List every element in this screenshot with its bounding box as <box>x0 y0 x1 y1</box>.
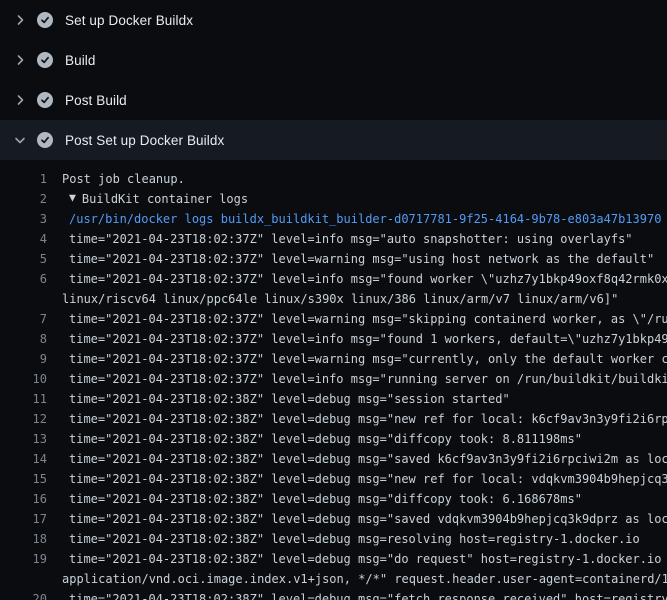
log-text: time="2021-04-23T18:02:38Z" level=debug … <box>62 389 510 409</box>
log-group-title: BuildKit container logs <box>82 189 248 209</box>
log-line: 8 time="2021-04-23T18:02:37Z" level=info … <box>0 329 667 349</box>
log-text: time="2021-04-23T18:02:38Z" level=debug … <box>62 489 582 509</box>
log-text: time="2021-04-23T18:02:37Z" level=warnin… <box>62 309 667 329</box>
line-number[interactable]: 12 <box>0 409 47 429</box>
log-lines: 1 Post job cleanup. 2 ▼ BuildKit container l… <box>0 160 667 600</box>
command-text: /usr/bin/docker logs buildx_buildkit_bui… <box>62 209 661 229</box>
log-line: 1 Post job cleanup. <box>0 169 667 189</box>
log-text: time="2021-04-23T18:02:38Z" level=debug … <box>62 509 667 529</box>
line-number[interactable]: 5 <box>0 249 47 269</box>
log-group-toggle[interactable]: ▼ BuildKit container logs <box>62 189 248 209</box>
line-number[interactable]: 1 <box>0 169 47 189</box>
step-label: Build <box>65 53 96 68</box>
check-circle-icon <box>37 12 53 28</box>
log-text: time="2021-04-23T18:02:38Z" level=debug … <box>62 529 640 549</box>
step-row-build[interactable]: Build <box>0 40 667 80</box>
log-line: 10 time="2021-04-23T18:02:37Z" level=info… <box>0 369 667 389</box>
step-label: Post Set up Docker Buildx <box>65 133 224 148</box>
line-number[interactable]: 13 <box>0 429 47 449</box>
workflow-log-panel: Set up Docker Buildx Build Post Build Post … <box>0 0 667 600</box>
log-text: time="2021-04-23T18:02:38Z" level=debug … <box>62 549 667 569</box>
line-number[interactable]: 14 <box>0 449 47 469</box>
chevron-right-icon <box>12 92 28 108</box>
log-line: 15 time="2021-04-23T18:02:38Z" level=debu… <box>0 469 667 489</box>
check-circle-icon <box>37 132 53 148</box>
line-number <box>0 569 47 589</box>
log-text: time="2021-04-23T18:02:37Z" level=info m… <box>62 369 667 389</box>
line-number[interactable]: 7 <box>0 309 47 329</box>
log-line: 5 time="2021-04-23T18:02:37Z" level=warni… <box>0 249 667 269</box>
log-line: 6 time="2021-04-23T18:02:37Z" level=info … <box>0 269 667 289</box>
log-text: time="2021-04-23T18:02:38Z" level=debug … <box>62 449 667 469</box>
log-line: 4 time="2021-04-23T18:02:37Z" level=info … <box>0 229 667 249</box>
chevron-right-icon <box>12 52 28 68</box>
log-line: 16 time="2021-04-23T18:02:38Z" level=debu… <box>0 489 667 509</box>
step-label: Post Build <box>65 93 127 108</box>
chevron-down-icon <box>12 132 28 148</box>
line-number <box>0 289 47 309</box>
log-line-continuation: application/vnd.oci.image.index.v1+json,… <box>0 569 667 589</box>
line-number[interactable]: 8 <box>0 329 47 349</box>
line-number[interactable]: 9 <box>0 349 47 369</box>
log-text: time="2021-04-23T18:02:38Z" level=debug … <box>62 409 667 429</box>
log-text: time="2021-04-23T18:02:38Z" level=debug … <box>62 589 667 600</box>
check-circle-icon <box>37 92 53 108</box>
line-number[interactable]: 11 <box>0 389 47 409</box>
log-line: 14 time="2021-04-23T18:02:38Z" level=debu… <box>0 449 667 469</box>
steps-list: Set up Docker Buildx Build Post Build Post … <box>0 0 667 160</box>
line-number[interactable]: 4 <box>0 229 47 249</box>
line-number[interactable]: 20 <box>0 589 47 600</box>
log-text: time="2021-04-23T18:02:37Z" level=info m… <box>62 269 667 289</box>
log-text: time="2021-04-23T18:02:37Z" level=warnin… <box>62 249 654 269</box>
triangle-down-icon: ▼ <box>69 189 76 209</box>
step-row-set-up-docker-buildx[interactable]: Set up Docker Buildx <box>0 0 667 40</box>
step-row-post-set-up-docker-buildx[interactable]: Post Set up Docker Buildx <box>0 120 667 160</box>
check-circle-icon <box>37 52 53 68</box>
log-text: time="2021-04-23T18:02:37Z" level=info m… <box>62 329 667 349</box>
log-line: 20 time="2021-04-23T18:02:38Z" level=debu… <box>0 589 667 600</box>
log-line: 3/usr/bin/docker logs buildx_buildkit_bu… <box>0 209 667 229</box>
line-number[interactable]: 17 <box>0 509 47 529</box>
line-number[interactable]: 16 <box>0 489 47 509</box>
log-text: linux/riscv64 linux/ppc64le linux/s390x … <box>62 289 618 309</box>
log-line-continuation: linux/riscv64 linux/ppc64le linux/s390x … <box>0 289 667 309</box>
log-text: Post job cleanup. <box>62 169 185 189</box>
log-line: 13 time="2021-04-23T18:02:38Z" level=debu… <box>0 429 667 449</box>
line-number[interactable]: 3 <box>0 209 47 229</box>
log-text: time="2021-04-23T18:02:38Z" level=debug … <box>62 469 667 489</box>
log-line: 11 time="2021-04-23T18:02:38Z" level=debu… <box>0 389 667 409</box>
line-number[interactable]: 15 <box>0 469 47 489</box>
log-text: time="2021-04-23T18:02:37Z" level=warnin… <box>62 349 667 369</box>
log-line: 9 time="2021-04-23T18:02:37Z" level=warni… <box>0 349 667 369</box>
line-number[interactable]: 2 <box>0 189 47 209</box>
step-row-post-build[interactable]: Post Build <box>0 80 667 120</box>
log-line: 18 time="2021-04-23T18:02:38Z" level=debu… <box>0 529 667 549</box>
log-text: time="2021-04-23T18:02:37Z" level=info m… <box>62 229 633 249</box>
log-text: application/vnd.oci.image.index.v1+json,… <box>62 569 667 589</box>
line-number[interactable]: 6 <box>0 269 47 289</box>
line-number[interactable]: 19 <box>0 549 47 569</box>
line-number[interactable]: 18 <box>0 529 47 549</box>
step-label: Set up Docker Buildx <box>65 13 193 28</box>
log-line: 17 time="2021-04-23T18:02:38Z" level=debu… <box>0 509 667 529</box>
log-line: 2 ▼ BuildKit container logs <box>0 189 667 209</box>
log-line: 12 time="2021-04-23T18:02:38Z" level=debu… <box>0 409 667 429</box>
chevron-right-icon <box>12 12 28 28</box>
line-number[interactable]: 10 <box>0 369 47 389</box>
log-line: 19 time="2021-04-23T18:02:38Z" level=debu… <box>0 549 667 569</box>
log-text: time="2021-04-23T18:02:38Z" level=debug … <box>62 429 582 449</box>
log-line: 7 time="2021-04-23T18:02:37Z" level=warni… <box>0 309 667 329</box>
